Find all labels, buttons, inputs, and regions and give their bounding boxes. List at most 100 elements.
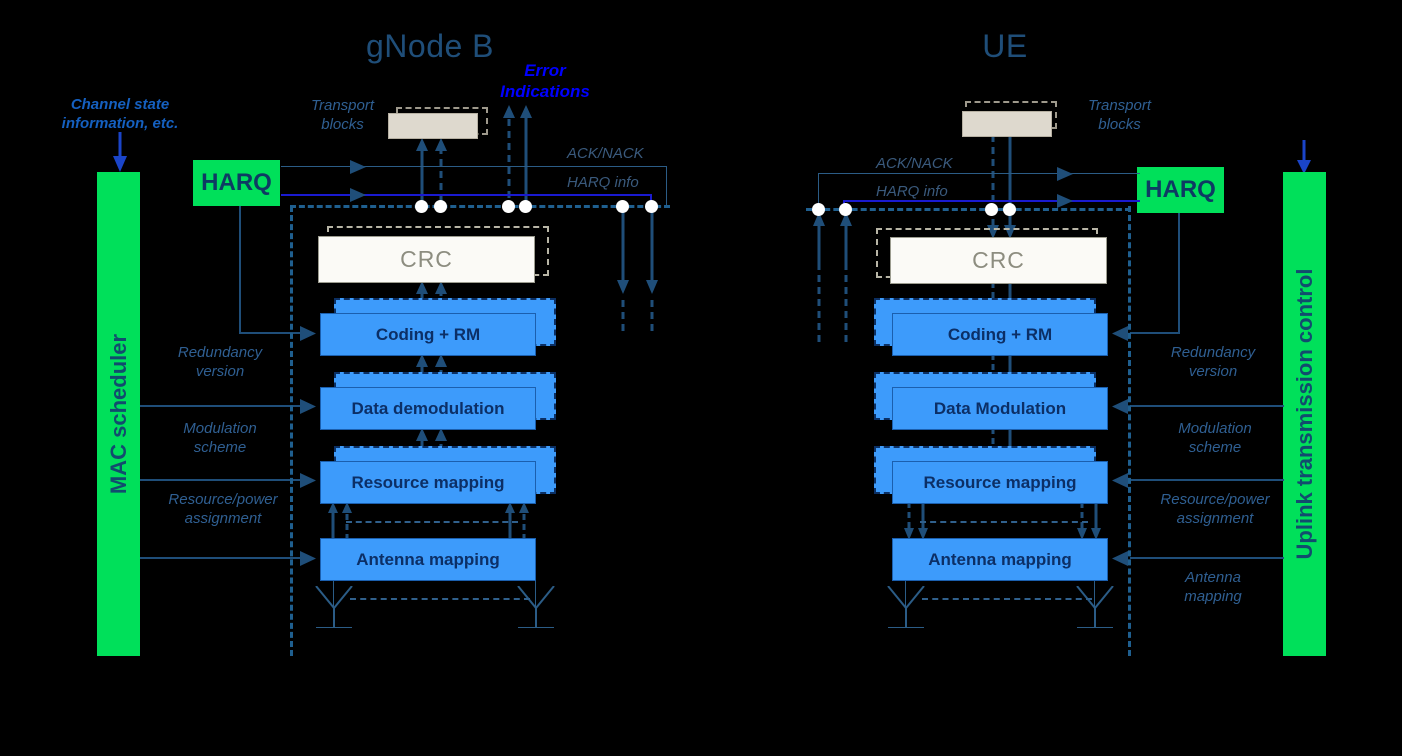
- ue-label-resource-line1: Resource/power: [1160, 491, 1270, 508]
- ue-label-resource-power: Resource/power assignment: [1130, 491, 1300, 529]
- gnb-label-resource-power: Resource/power assignment: [138, 491, 308, 529]
- ue-resmap-to-antmap-left-dashed: [904, 502, 914, 540]
- ue-box-coding: Coding + RM: [892, 313, 1108, 356]
- ue-tb-downlink-dashed-arrow: [987, 135, 999, 239]
- gnb-box-resmap: Resource mapping: [320, 461, 536, 504]
- gnb-acknack-label: ACK/NACK: [567, 145, 644, 162]
- gnb-transport-line1: Transport: [310, 97, 375, 114]
- gnb-tb-uplink-dashed-arrow: [435, 138, 447, 202]
- gnb-right-down-dashed-arrow: [646, 210, 658, 335]
- ue-harqinfo-label: HARQ info: [876, 183, 948, 200]
- gnb-harqinfo-wire: [281, 194, 652, 196]
- ue-junction-dot-4: [1003, 203, 1016, 216]
- gnb-box-demod-label: Data demodulation: [351, 398, 505, 418]
- gnb-junction-dot-2: [434, 200, 447, 213]
- channel-state-label: Channel state information, etc.: [30, 96, 210, 134]
- ue-antenna-left-icon: [887, 586, 925, 628]
- ue-box-resmap: Resource mapping: [892, 461, 1108, 504]
- ue-antenna-crossbar: [922, 598, 1092, 600]
- ue-junction-dot-2: [839, 203, 852, 216]
- mac-scheduler-label: MAC scheduler: [105, 333, 131, 495]
- ue-label-antenna-line1: Antenna: [1185, 569, 1241, 586]
- ue-ctrl-line-resource: [1130, 479, 1284, 481]
- gnb-acknack-wire: [281, 166, 667, 167]
- gnb-box-antmap: Antenna mapping: [320, 538, 536, 581]
- ue-label-antenna-line2: mapping: [1184, 587, 1242, 605]
- gnb-transport-block: [388, 113, 478, 139]
- gnb-box-antmap-label: Antenna mapping: [356, 549, 500, 569]
- gnb-antenna-right-icon: [517, 586, 555, 628]
- gnb-junction-dot-1: [415, 200, 428, 213]
- ue-title: UE: [982, 28, 1028, 64]
- gnb-phy-boundary-dashed: [290, 206, 293, 656]
- gnb-antenna-left-icon: [315, 586, 353, 628]
- gnb-ctrl-line-antenna: [140, 557, 301, 559]
- gnb-label-resource-line1: Resource/power: [168, 491, 278, 508]
- ue-label-redundancy-line1: Redundancy: [1170, 344, 1256, 361]
- gnb-harq-connector-vertical: [239, 206, 241, 333]
- gnb-ctrl-line-resource: [140, 479, 301, 481]
- gnb-ctrl-line-modulation: [140, 405, 301, 407]
- channel-state-line2: information, etc.: [61, 114, 179, 132]
- ue-crc-box: CRC: [890, 237, 1107, 284]
- channel-state-line1: Channel state: [70, 96, 170, 113]
- error-indications-label: Error Indications: [470, 60, 620, 103]
- ue-bus-dashed: [806, 208, 1131, 211]
- ue-phy-boundary-dashed: [1128, 206, 1131, 656]
- gnb-junction-dot-3: [502, 200, 515, 213]
- ue-acknack-arrowhead: [1057, 167, 1073, 181]
- gnb-transport-blocks-label: Transport blocks: [285, 97, 400, 135]
- ue-label-redundancy-line2: version: [1188, 362, 1238, 380]
- ue-harqinfo-wire: [843, 200, 1140, 202]
- ue-left-up-solid-arrow: [813, 212, 825, 342]
- gnb-junction-dot-5: [616, 200, 629, 213]
- ue-junction-dot-1: [812, 203, 825, 216]
- gnb-label-redundancy-line1: Redundancy: [177, 344, 263, 361]
- gnb-ctrl-arrow-antenna: [300, 551, 316, 566]
- gnb-antmap-resmap-crossbar: [346, 521, 518, 523]
- ue-label-redundancy-version: Redundancy version: [1133, 344, 1293, 382]
- gnb-label-modulation-scheme: Modulation scheme: [140, 420, 300, 458]
- ue-box-antmap-label: Antenna mapping: [928, 549, 1072, 569]
- ue-box-antmap: Antenna mapping: [892, 538, 1108, 581]
- ue-antenna-right-icon: [1076, 586, 1114, 628]
- ue-resmap-to-antmap-right-solid: [1091, 502, 1101, 540]
- gnb-tb-uplink-solid-arrow: [416, 138, 428, 202]
- gnb-bus-dashed: [290, 205, 670, 208]
- ue-box-coding-label: Coding + RM: [947, 324, 1053, 344]
- gnb-acknack-arrowhead: [350, 160, 366, 174]
- ue-ctrl-line-antenna: [1130, 557, 1284, 559]
- gnb-harq-to-coding-arrowhead: [300, 326, 316, 341]
- ue-box-resmap-label: Resource mapping: [923, 472, 1077, 492]
- gnb-box-coding: Coding + RM: [320, 313, 536, 356]
- gnb-box-demod: Data demodulation: [320, 387, 536, 430]
- ue-harq-label: HARQ: [1145, 176, 1216, 203]
- ue-transport-line2: blocks: [1098, 115, 1141, 133]
- gnb-label-resource-line2: assignment: [184, 509, 262, 527]
- ue-resmap-antmap-crossbar: [920, 521, 1088, 523]
- gnb-harq-label: HARQ: [201, 169, 272, 196]
- gnb-junction-dot-6: [645, 200, 658, 213]
- ue-box-modulation: Data Modulation: [892, 387, 1108, 430]
- gnb-antmap-to-resmap-right-dashed: [519, 502, 529, 540]
- gnb-label-redundancy-version: Redundancy version: [140, 344, 300, 382]
- ue-crc-label: CRC: [972, 247, 1025, 273]
- ue-acknack-label: ACK/NACK: [876, 155, 953, 172]
- gnb-label-redundancy-line2: version: [195, 362, 245, 380]
- gnb-right-down-solid-arrow: [617, 210, 629, 335]
- gnb-harq-block: HARQ: [193, 160, 280, 206]
- gnb-antenna-crossbar: [350, 598, 530, 600]
- gnb-box-resmap-label: Resource mapping: [351, 472, 505, 492]
- ue-label-modulation-line2: scheme: [1188, 438, 1242, 456]
- gnb-harqinfo-arrowhead: [350, 188, 366, 202]
- ue-harq-connector-vertical: [1178, 213, 1180, 333]
- ue-harq-block: HARQ: [1137, 167, 1224, 213]
- ue-tb-downlink-solid-arrow: [1004, 135, 1016, 239]
- ue-label-antenna-mapping: Antenna mapping: [1133, 569, 1293, 607]
- error-indications-line2: Indications: [500, 82, 590, 102]
- gnb-harqinfo-label: HARQ info: [567, 174, 639, 191]
- ue-acknack-wire: [818, 173, 1140, 174]
- ue-label-modulation-line1: Modulation: [1178, 420, 1252, 437]
- ue-left-up-dashed-arrow: [840, 212, 852, 342]
- gnb-junction-dot-4: [519, 200, 532, 213]
